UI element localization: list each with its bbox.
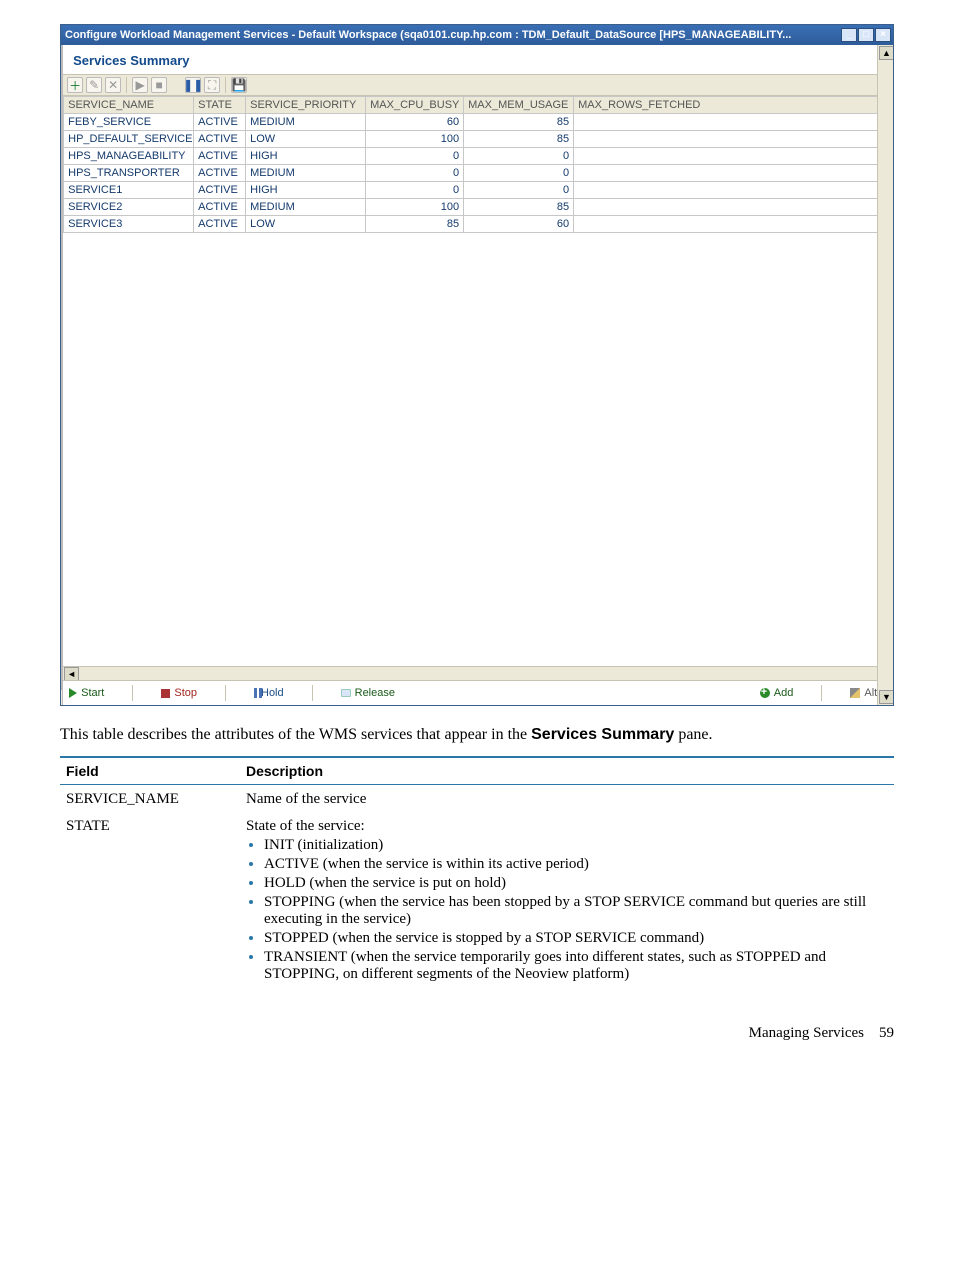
col-field: Field	[60, 757, 240, 785]
delete-icon[interactable]: ✕	[105, 77, 121, 93]
stop-icon	[161, 689, 170, 698]
save-icon[interactable]: 💾	[231, 77, 247, 93]
window-title: Configure Workload Management Services -…	[65, 29, 841, 41]
release-button[interactable]: Release	[341, 687, 395, 699]
app-window: Configure Workload Management Services -…	[60, 24, 894, 706]
add-button[interactable]: Add	[760, 687, 794, 699]
column-header[interactable]: SERVICE_PRIORITY	[246, 97, 366, 114]
edit-icon[interactable]: ✎	[86, 77, 102, 93]
stop-button[interactable]: Stop	[161, 687, 197, 699]
table-row[interactable]: SERVICE1ACTIVEHIGH000	[64, 182, 893, 199]
list-item: STOPPING (when the service has been stop…	[264, 894, 888, 928]
pane-title: Services Summary	[63, 45, 893, 74]
col-description: Description	[240, 757, 894, 785]
start-button[interactable]: Start	[69, 687, 104, 699]
list-item: INIT (initialization)	[264, 837, 888, 854]
column-header[interactable]: STATE	[194, 97, 246, 114]
release-icon[interactable]: ⛶	[204, 77, 220, 93]
table-row[interactable]: HPS_MANAGEABILITYACTIVEHIGH000	[64, 148, 893, 165]
maximize-button[interactable]: □	[858, 28, 874, 42]
add-icon[interactable]: ＋	[67, 77, 83, 93]
list-item: TRANSIENT (when the service temporarily …	[264, 949, 888, 983]
attributes-table: Field Description SERVICE_NAME Name of t…	[60, 756, 894, 989]
table-row[interactable]: HP_DEFAULT_SERVICEACTIVELOW100850	[64, 131, 893, 148]
column-header[interactable]: MAX_MEM_USAGE	[464, 97, 574, 114]
close-button[interactable]: ×	[875, 28, 891, 42]
scroll-down-icon[interactable]: ▼	[879, 690, 893, 704]
play-icon	[69, 688, 77, 698]
hold-icon	[254, 688, 257, 698]
play-icon[interactable]: ▶	[132, 77, 148, 93]
table-row[interactable]: SERVICE3ACTIVELOW85600	[64, 216, 893, 233]
list-item: ACTIVE (when the service is within its a…	[264, 856, 888, 873]
hold-button[interactable]: Hold	[254, 687, 284, 699]
services-grid: SERVICE_NAMESTATESERVICE_PRIORITYMAX_CPU…	[63, 96, 893, 233]
scroll-left-icon[interactable]: ◄	[64, 667, 79, 681]
list-item: STOPPED (when the service is stopped by …	[264, 930, 888, 947]
page-footer: Managing Services 59	[60, 1025, 894, 1042]
list-item: HOLD (when the service is put on hold)	[264, 875, 888, 892]
table-row: STATE State of the service: INIT (initia…	[60, 812, 894, 989]
content-pane: Services Summary ＋ ✎ ✕ ▶ ■ ❚❚ ⛶ 💾	[63, 45, 893, 705]
pause-icon[interactable]: ❚❚	[185, 77, 201, 93]
table-row: SERVICE_NAME Name of the service	[60, 784, 894, 812]
separator	[126, 77, 127, 93]
caption: This table describes the attributes of t…	[60, 724, 894, 746]
minimize-button[interactable]: _	[841, 28, 857, 42]
action-bar: Start Stop Hold Release Add Alter	[63, 680, 893, 705]
title-bar: Configure Workload Management Services -…	[61, 25, 893, 45]
column-header[interactable]: MAX_CPU_BUSY	[366, 97, 464, 114]
separator	[225, 77, 226, 93]
alter-icon	[850, 688, 860, 698]
release-icon	[341, 689, 351, 697]
table-row[interactable]: SERVICE2ACTIVEMEDIUM100850	[64, 199, 893, 216]
add-icon	[760, 688, 770, 698]
grid-scrollbar[interactable]: ◄	[63, 666, 893, 680]
scroll-up-icon[interactable]: ▲	[879, 46, 893, 60]
table-row[interactable]: FEBY_SERVICEACTIVEMEDIUM60850	[64, 114, 893, 131]
table-row[interactable]: HPS_TRANSPORTERACTIVEMEDIUM000	[64, 165, 893, 182]
vertical-scrollbar[interactable]: ▲ ▼	[877, 45, 893, 705]
column-header[interactable]: MAX_ROWS_FETCHED	[574, 97, 893, 114]
stop-icon[interactable]: ■	[151, 77, 167, 93]
column-header[interactable]: SERVICE_NAME	[64, 97, 194, 114]
toolbar: ＋ ✎ ✕ ▶ ■ ❚❚ ⛶ 💾	[63, 74, 893, 96]
